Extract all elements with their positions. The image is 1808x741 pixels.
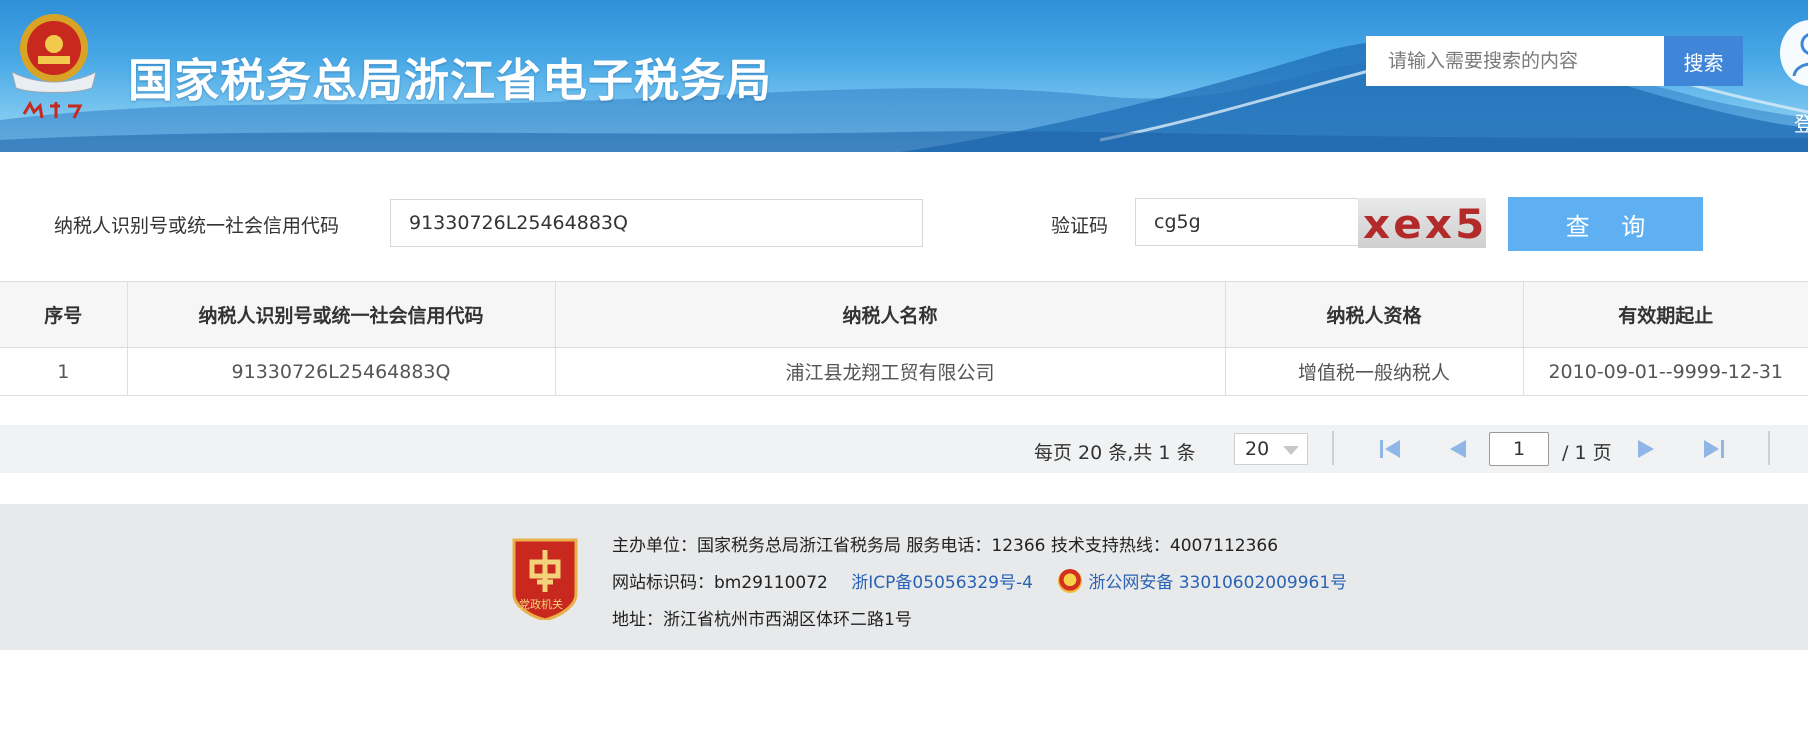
- pagination-bar: 每页 20 条,共 1 条 20 / 1 页: [0, 425, 1808, 473]
- cell-index: 1: [0, 347, 128, 396]
- login-label: 登: [1794, 112, 1808, 136]
- table-header-row: 序号 纳税人识别号或统一社会信用代码 纳税人名称 纳税人资格 有效期起止: [0, 281, 1808, 348]
- site-id: 网站标识码：bm29110072: [612, 573, 828, 593]
- icp-link[interactable]: 浙ICP备05056329号-4: [851, 573, 1033, 593]
- table-row: 1 91330726L25464883Q 浦江县龙翔工贸有限公司 增值税一般纳税…: [0, 347, 1808, 396]
- captcha-image[interactable]: xex5: [1358, 198, 1486, 248]
- column-header-qualification: 纳税人资格: [1225, 281, 1524, 348]
- search-button[interactable]: 搜索: [1664, 36, 1743, 86]
- search-input[interactable]: [1366, 36, 1664, 86]
- column-header-taxpayer-name: 纳税人名称: [555, 281, 1226, 348]
- tax-emblem-icon: [11, 14, 97, 119]
- footer: 党政机关 主办单位：国家税务总局浙江省税务局 服务电话：12366 技术支持热线…: [0, 504, 1808, 650]
- site-title: 国家税务总局浙江省电子税务局: [128, 54, 773, 107]
- pager-divider: [1768, 431, 1770, 465]
- chevron-down-icon: [1283, 446, 1299, 455]
- taxpayer-id-label: 纳税人识别号或统一社会信用代码: [54, 215, 340, 237]
- pager-divider: [1332, 431, 1334, 465]
- taxpayer-id-input[interactable]: [390, 199, 923, 247]
- current-page-input[interactable]: [1489, 432, 1549, 466]
- footer-line-address: 地址：浙江省杭州市西湖区体环二路1号: [612, 610, 912, 630]
- captcha-label: 验证码: [1051, 215, 1109, 237]
- previous-page-icon[interactable]: [1444, 437, 1470, 461]
- cell-qualification: 增值税一般纳税人: [1225, 347, 1524, 396]
- police-record-link[interactable]: 浙公网安备 33010602009961号: [1088, 573, 1347, 593]
- cell-validity: 2010-09-01--9999-12-31: [1523, 347, 1808, 396]
- pagination-summary: 每页 20 条,共 1 条: [1034, 442, 1196, 464]
- header-banner: 国家税务总局浙江省电子税务局 搜索 登: [0, 0, 1808, 152]
- first-page-icon[interactable]: [1378, 437, 1404, 461]
- next-page-icon[interactable]: [1634, 437, 1660, 461]
- column-header-taxpayer-id: 纳税人识别号或统一社会信用代码: [127, 281, 556, 348]
- cell-taxpayer-id: 91330726L25464883Q: [127, 347, 556, 396]
- column-header-validity: 有效期起止: [1523, 281, 1808, 348]
- cell-taxpayer-name: 浦江县龙翔工贸有限公司: [555, 347, 1226, 396]
- police-badge-icon: [1058, 569, 1083, 593]
- badge-text: 党政机关: [519, 598, 563, 611]
- query-button[interactable]: 查 询: [1508, 197, 1703, 251]
- login-button[interactable]: 登: [1780, 20, 1808, 136]
- captcha-input[interactable]: [1135, 198, 1359, 246]
- user-avatar-icon: [1780, 20, 1808, 86]
- page-size-select[interactable]: 20: [1234, 433, 1308, 465]
- last-page-icon[interactable]: [1700, 437, 1726, 461]
- column-header-index: 序号: [0, 281, 128, 348]
- page-size-value: 20: [1245, 438, 1270, 460]
- captcha-image-text: xex5: [1363, 202, 1486, 248]
- total-pages-label: / 1 页: [1562, 442, 1612, 464]
- footer-line-organizer: 主办单位：国家税务总局浙江省税务局 服务电话：12366 技术支持热线：4007…: [612, 536, 1279, 556]
- result-table: 序号 纳税人识别号或统一社会信用代码 纳税人名称 纳税人资格 有效期起止 1 9…: [0, 281, 1808, 396]
- footer-line-records: 网站标识码：bm29110072 浙ICP备05056329号-4 浙公网安备 …: [612, 568, 1347, 593]
